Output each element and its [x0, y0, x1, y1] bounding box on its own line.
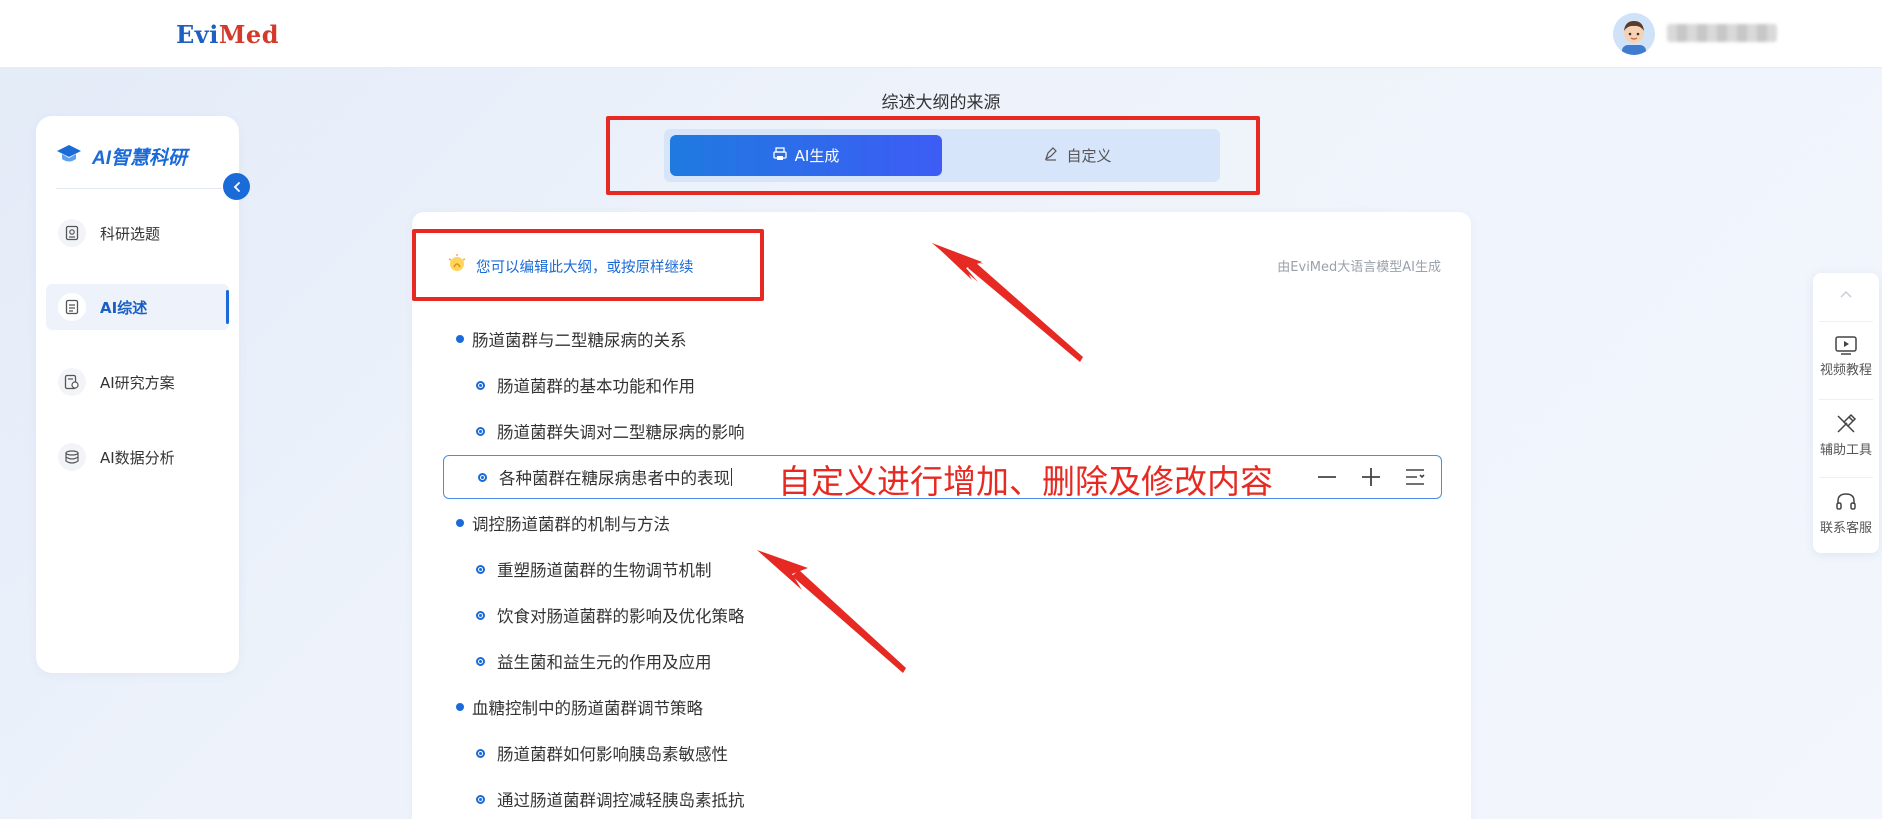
plan-icon [58, 368, 86, 396]
outline-item[interactable]: 饮食对肠道菌群的影响及优化策略 [442, 593, 1442, 637]
topic-icon [58, 219, 86, 247]
outline-item[interactable]: 益生菌和益生元的作用及应用 [442, 639, 1442, 683]
sub-bullet-icon [476, 564, 485, 574]
sidebar-item-label: AI数据分析 [100, 448, 175, 467]
sub-bullet-icon [476, 426, 485, 436]
sidebar-item-ai-review[interactable]: AI综述 [46, 284, 229, 330]
bullet-icon [456, 335, 464, 343]
indent-icon [1406, 469, 1425, 485]
username-blurred[interactable] [1667, 24, 1777, 42]
sidebar-item-ai-data[interactable]: AI数据分析 [46, 434, 229, 480]
minus-icon [1318, 476, 1336, 478]
sidebar-brand: AI智慧科研 [56, 141, 187, 171]
outline-source-title: 综述大纲的来源 [881, 93, 1001, 113]
top-bar: EviMed [0, 0, 1882, 68]
sub-bullet-icon [476, 748, 485, 758]
add-item-button[interactable] [1359, 465, 1383, 489]
video-icon [1835, 336, 1857, 355]
outline-item[interactable]: 重塑肠道菌群的生物调节机制 [442, 547, 1442, 591]
assist-tools-button[interactable]: 辅助工具 [1813, 413, 1879, 458]
outline-panel: 您可以编辑此大纲，或按原样继续 由EviMed大语言模型AI生成 肠道菌群与二型… [412, 212, 1471, 819]
sidebar-item-label: AI研究方案 [100, 373, 175, 392]
sidebar-item-label: AI综述 [100, 298, 148, 317]
plus-icon [1362, 468, 1380, 486]
video-tutorial-button[interactable]: 视频教程 [1813, 335, 1879, 378]
divider [1819, 399, 1873, 400]
sub-bullet-icon [476, 380, 485, 390]
sidebar: AI智慧科研 科研选题 AI综述 AI研究方案 AI数据分析 [36, 116, 250, 673]
user-avatar[interactable] [1613, 13, 1655, 55]
remove-item-button[interactable] [1315, 465, 1339, 489]
ai-source-note: 由EviMed大语言模型AI生成 [1277, 260, 1441, 275]
text-caret [731, 468, 732, 486]
brand-title: AI智慧科研 [92, 147, 188, 169]
indent-item-button[interactable] [1403, 465, 1427, 489]
divider [1819, 477, 1873, 478]
row-tools [1315, 465, 1427, 489]
sidebar-item-label: 科研选题 [100, 224, 161, 243]
annotation-text: 自定义进行增加、删除及修改内容 [778, 462, 1273, 501]
annotation-box-source [606, 116, 1260, 195]
sub-bullet-icon [476, 610, 485, 620]
chevron-up-icon [1840, 290, 1852, 298]
data-icon [58, 443, 86, 471]
outline-item[interactable]: 肠道菌群与二型糖尿病的关系 [442, 317, 1442, 361]
sub-bullet-icon [476, 656, 485, 666]
review-icon [58, 293, 86, 321]
graduation-cap-icon [56, 143, 82, 169]
right-float-bar: 视频教程 辅助工具 联系客服 [1813, 273, 1879, 553]
headset-icon [1836, 493, 1856, 510]
sidebar-item-ai-plan[interactable]: AI研究方案 [46, 359, 229, 405]
outline-item[interactable]: 通过肠道菌群调控减轻胰岛素抵抗 [442, 777, 1442, 819]
collapse-sidebar-button[interactable] [223, 173, 250, 200]
annotation-box-hint [412, 229, 764, 301]
tools-icon [1837, 413, 1857, 433]
outline-item[interactable]: 肠道菌群失调对二型糖尿病的影响 [442, 409, 1442, 453]
scroll-top-button[interactable] [1813, 287, 1879, 303]
outline-item-input[interactable]: 各种菌群在糖尿病患者中的表现 [499, 465, 730, 489]
outline-item[interactable]: 肠道菌群如何影响胰岛素敏感性 [442, 731, 1442, 775]
bullet-icon [456, 519, 464, 527]
outline-item[interactable]: 调控肠道菌群的机制与方法 [442, 501, 1442, 545]
bullet-icon [456, 703, 464, 711]
evimed-logo[interactable]: EviMed [176, 20, 279, 49]
sub-bullet-icon [478, 472, 487, 482]
divider [1819, 321, 1873, 322]
contact-support-button[interactable]: 联系客服 [1813, 491, 1879, 536]
outline-item[interactable]: 肠道菌群的基本功能和作用 [442, 363, 1442, 407]
divider [56, 188, 222, 189]
sidebar-item-topic[interactable]: 科研选题 [46, 210, 229, 256]
sub-bullet-icon [476, 794, 485, 804]
chevron-left-icon [233, 181, 240, 192]
outline-item[interactable]: 血糖控制中的肠道菌群调节策略 [442, 685, 1442, 729]
